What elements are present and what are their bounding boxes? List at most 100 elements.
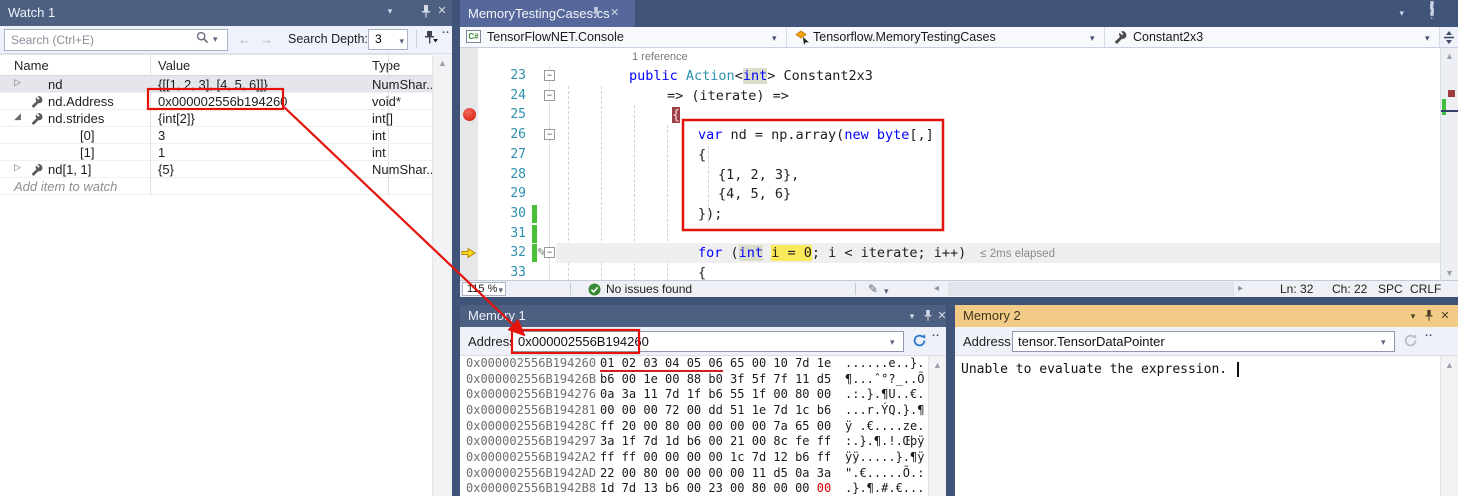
pin-icon[interactable] — [418, 0, 434, 22]
fold-box[interactable]: − — [544, 70, 555, 81]
nav-project-dropdown[interactable]: C# TensorFlowNET.Console ▾ — [460, 27, 787, 47]
memory-hex-bytes: 0a 3a 11 7d 1f b6 55 1f 00 80 00 — [600, 387, 831, 402]
tab-pin-icon[interactable] — [590, 6, 602, 20]
column-header-type[interactable]: Type — [372, 58, 400, 73]
code-text[interactable]: { — [698, 145, 706, 165]
chevron-down-icon[interactable]: ▾ — [1405, 305, 1421, 327]
memory2-address-input[interactable] — [1012, 331, 1395, 352]
column-status[interactable]: Ch: 22 — [1332, 281, 1367, 297]
scroll-up-icon[interactable]: ▲ — [1441, 360, 1458, 370]
chevron-down-icon[interactable]: ▾ — [890, 337, 895, 348]
hscroll-left-arrow-icon[interactable]: ◂ — [934, 281, 939, 297]
memory-hex-bytes: 1d 7d 13 b6 00 23 00 80 00 00 00 — [600, 481, 831, 496]
gear-icon[interactable] — [1430, 0, 1434, 18]
memory2-vscrollbar[interactable]: ▲ — [1440, 356, 1458, 496]
chevron-down-icon[interactable]: ▾ — [1381, 337, 1386, 348]
caret-position-marker — [1441, 110, 1458, 112]
editor-hscrollbar[interactable] — [948, 282, 1234, 296]
editor-vscrollbar[interactable]: ▲ ▼ — [1440, 48, 1458, 281]
search-depth-select[interactable]: 3 ▾ — [368, 29, 408, 50]
toolbar-overflow-button[interactable]: .. — [932, 327, 940, 339]
watch-vscrollbar[interactable]: ▲ — [432, 54, 452, 496]
code-text[interactable]: }); — [698, 204, 722, 224]
watch-row[interactable]: ◢nd.strides{int[2]}int[] — [0, 110, 432, 127]
memory-row[interactable]: 0x000002556B19428Cff 20 00 80 00 00 00 0… — [460, 419, 928, 434]
fold-box[interactable]: − — [544, 90, 555, 101]
refresh-icon[interactable] — [912, 333, 927, 348]
scroll-down-icon[interactable]: ▼ — [1441, 268, 1458, 278]
toolbar-overflow-button[interactable]: .. — [1425, 327, 1433, 339]
line-status[interactable]: Ln: 32 — [1280, 281, 1313, 297]
scroll-up-icon[interactable]: ▲ — [929, 360, 946, 370]
forward-arrow-icon[interactable]: → — [260, 32, 273, 47]
nav-class-dropdown[interactable]: Tensorflow.MemoryTestingCases ▾ — [787, 27, 1105, 47]
memory-row[interactable]: 0x000002556B1942A2ff ff 00 00 00 00 1c 7… — [460, 450, 928, 465]
memory-address: 0x000002556B194260 — [466, 356, 596, 371]
watch-titlebar[interactable]: Watch 1 ▾ ✕ — [0, 0, 452, 26]
pen-icon[interactable]: ✎ — [868, 281, 878, 297]
codelens-references[interactable]: 1 reference — [632, 51, 688, 63]
zoom-select[interactable]: 115 % ▾ — [462, 282, 506, 296]
scroll-up-icon[interactable]: ▲ — [433, 58, 452, 68]
watch-row[interactable]: ▷nd{[[1, 2, 3], [4, 5, 6]]}NumShar... — [0, 76, 432, 93]
watch-row[interactable]: [0]3int — [0, 127, 432, 144]
breakpoint-margin[interactable] — [460, 48, 478, 281]
code-text[interactable]: { — [672, 105, 680, 125]
memory-row[interactable]: 0x000002556B1942B81d 7d 13 b6 00 23 00 8… — [460, 481, 928, 496]
watch-row[interactable]: [1]1int — [0, 144, 432, 161]
memory1-vscrollbar[interactable]: ▲ — [928, 356, 946, 496]
memory-row[interactable]: 0x000002556B19426001 02 03 04 05 06 65 0… — [460, 356, 928, 371]
chevron-down-icon[interactable]: ▾ — [904, 305, 920, 327]
code-text[interactable]: {1, 2, 3}, — [718, 165, 799, 185]
watch-row[interactable]: nd.Address0x000002556b194260void* — [0, 93, 432, 110]
nav-member-dropdown[interactable]: Constant2x3 ▾ — [1105, 27, 1440, 47]
code-text[interactable]: public Action<int> Constant2x3 — [629, 66, 873, 86]
memory-row[interactable]: 0x000002556B1942973a 1f 7d 1d b6 00 21 0… — [460, 434, 928, 449]
back-arrow-icon[interactable]: ← — [238, 32, 251, 47]
insert-mode-status[interactable]: SPC — [1378, 281, 1403, 297]
collapsed-expander-icon[interactable]: ▷ — [14, 162, 21, 173]
tab-close-icon[interactable]: ✕ — [610, 0, 619, 27]
hscroll-right-arrow-icon[interactable]: ▸ — [1238, 281, 1243, 297]
expanded-expander-icon[interactable]: ◢ — [14, 111, 21, 122]
memory1-address-input[interactable] — [512, 331, 904, 352]
memory-row[interactable]: 0x000002556B19428100 00 00 72 00 dd 51 1… — [460, 403, 928, 418]
code-text[interactable]: => (iterate) => — [667, 86, 789, 106]
issues-status[interactable]: No issues found — [606, 281, 692, 297]
search-icon[interactable] — [196, 31, 209, 44]
chevron-down-icon[interactable]: ▾ — [382, 0, 398, 22]
watch-row[interactable]: ▷nd[1, 1]{5}NumShar... — [0, 161, 432, 178]
column-header-value[interactable]: Value — [158, 58, 190, 73]
scroll-up-icon[interactable]: ▲ — [1441, 51, 1458, 61]
search-input[interactable] — [4, 29, 228, 51]
filter-watch-icon[interactable] — [423, 30, 438, 46]
collapsed-expander-icon[interactable]: ▷ — [14, 77, 21, 88]
fold-box[interactable]: − — [544, 247, 555, 258]
memory1-titlebar[interactable]: Memory 1 ▾ ✕ — [460, 305, 946, 327]
code-text[interactable]: for (int i = 0; i < iterate; i++)≤ 2ms e… — [698, 243, 1055, 263]
code-token: < — [735, 68, 743, 84]
memory-row[interactable]: 0x000002556B19426Bb6 00 1e 00 88 b0 3f 5… — [460, 372, 928, 387]
code-text[interactable]: var nd = np.array(new byte[,] — [698, 125, 934, 145]
pin-icon[interactable] — [1421, 305, 1437, 327]
fold-box[interactable]: − — [544, 129, 555, 140]
line-ending-status[interactable]: CRLF — [1410, 281, 1441, 297]
chevron-down-icon[interactable]: ▾ — [884, 283, 889, 297]
memory2-titlebar[interactable]: Memory 2 ▾ ✕ — [955, 305, 1458, 327]
add-watch-placeholder[interactable]: Add item to watch — [14, 179, 117, 194]
line-number: 26 — [478, 125, 526, 145]
close-icon[interactable]: ✕ — [434, 0, 450, 22]
editor-tab[interactable]: MemoryTestingCases.cs ✕ — [460, 0, 635, 27]
split-editor-button[interactable] — [1440, 27, 1458, 48]
search-options-caret-icon[interactable]: ▾ — [213, 34, 218, 45]
memory-row[interactable]: 0x000002556B1942760a 3a 11 7d 1f b6 55 1… — [460, 387, 928, 402]
code-text[interactable]: {4, 5, 6} — [718, 184, 791, 204]
memory-row[interactable]: 0x000002556B1942AD22 00 80 00 00 00 00 1… — [460, 466, 928, 481]
close-icon[interactable]: ✕ — [934, 305, 946, 327]
toolbar-overflow-button[interactable]: .. — [442, 24, 450, 36]
column-header-name[interactable]: Name — [14, 58, 49, 73]
watch-name: nd.Address — [48, 94, 114, 109]
window-chevron-down-icon[interactable]: ▾ — [1399, 8, 1404, 19]
close-icon[interactable]: ✕ — [1437, 305, 1453, 327]
watch-row[interactable]: Add item to watch — [0, 178, 432, 195]
